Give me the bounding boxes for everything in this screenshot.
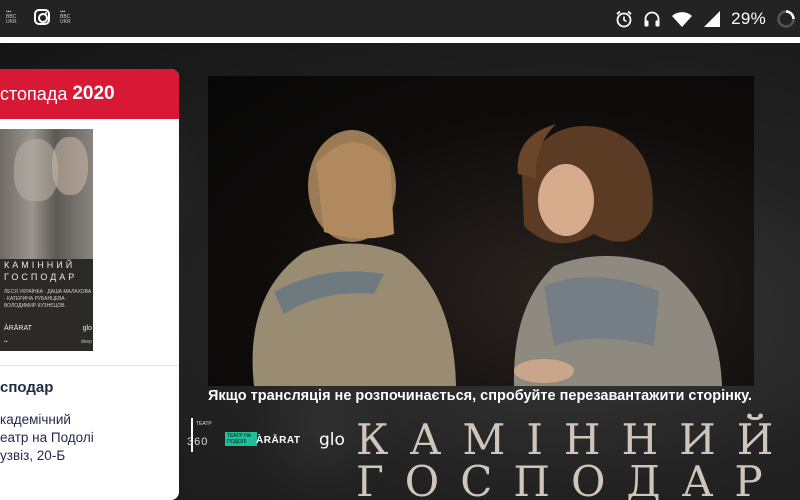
show-title-line1: КАМІННИЙ [356, 415, 795, 464]
theatre-na-podoli-logo: ТЕАТР НА ПОДОЛІ [225, 432, 257, 446]
venue-address: узвіз, 20-Б [0, 448, 66, 463]
theatre-label: ТЕАТР [196, 421, 212, 427]
instagram-icon [34, 9, 50, 25]
event-date-year: 2020 [72, 83, 115, 104]
bbc-ukrainian-icon: ▪▪▪ BBC UKR [60, 8, 71, 25]
headphones-icon [644, 11, 660, 27]
poster-title-line1: КАМІННИЙ [4, 260, 76, 270]
cell-signal-icon [704, 11, 721, 27]
alarm-icon [616, 10, 632, 28]
poster-title: КАМІННИЙ ГОСПОДАР [4, 259, 93, 283]
partner-logo: ▪▪ [4, 339, 8, 345]
actor-left-figure [252, 130, 456, 386]
battery-loading-icon [777, 10, 795, 28]
ararat-logo: ÀRĀRAT [256, 435, 301, 446]
theatre-360-logo: 360 [187, 436, 209, 448]
card-divider [0, 365, 179, 366]
poster-title-line2: ГОСПОДАР [4, 272, 78, 282]
show-title-line2: ГОСПОДАР [356, 457, 784, 500]
wifi-icon [672, 12, 693, 27]
event-venue: кадемічний еатр на Подолі узвіз, 20-Б [0, 411, 94, 465]
stream-reload-notice: Якщо трансляція не розпочинається, спроб… [208, 388, 752, 404]
poster-sponsor-logos: ÀRĀRAT glo [4, 325, 92, 332]
event-title[interactable]: сподар [0, 379, 53, 396]
event-date-header: стопада 2020 [0, 69, 179, 119]
system-icons: 29% [615, 6, 796, 32]
event-poster[interactable]: КАМІННИЙ ГОСПОДАР ЛЕСЯ УКРАЇНКА · ДАША М… [0, 129, 93, 351]
actor-right-figure [513, 124, 722, 386]
video-player[interactable] [208, 76, 754, 386]
venue-line2: еатр на Подолі [0, 430, 94, 445]
glo-logo: glo [82, 325, 92, 332]
status-bar: ▪▪▪ BBC UKR ▪▪▪ BBC UKR 29% [0, 0, 800, 37]
event-date-month: стопада [0, 83, 68, 104]
ararat-logo: ÀRĀRAT [4, 325, 32, 332]
deep-logo: deep [80, 339, 92, 345]
notification-icons: ▪▪▪ BBC UKR ▪▪▪ BBC UKR [6, 9, 78, 25]
venue-line1: кадемічний [0, 412, 71, 427]
poster-artwork [0, 129, 93, 259]
bbc-ukrainian-icon: ▪▪▪ BBC UKR [6, 8, 17, 25]
glo-logo: glo [319, 430, 345, 450]
poster-credits: ЛЕСЯ УКРАЇНКА · ДАША МАЛАХОВА · КАТЕРИНА… [4, 289, 92, 309]
poster-partner-logos: ▪▪ deep [4, 339, 92, 345]
event-card[interactable]: стопада 2020 КАМІННИЙ ГОСПОДАР ЛЕСЯ УКРА… [0, 69, 179, 500]
battery-percentage: 29% [731, 9, 766, 28]
